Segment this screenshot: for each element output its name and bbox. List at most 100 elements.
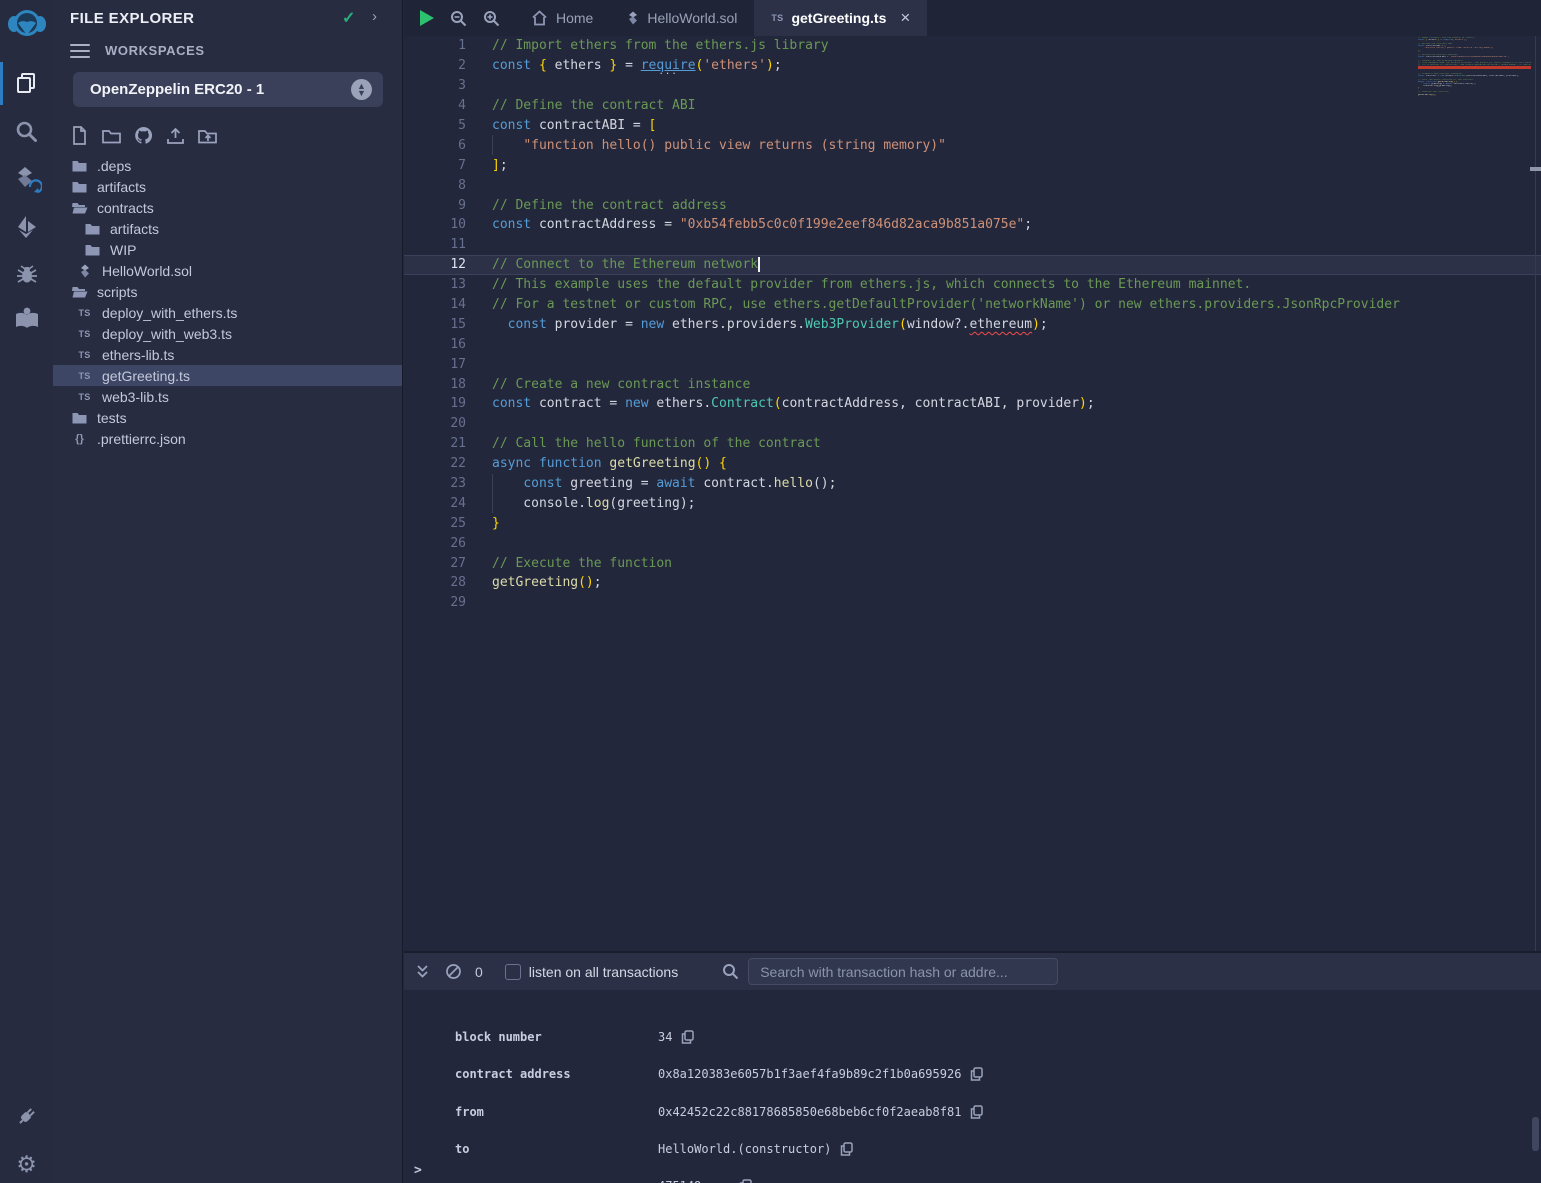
debugger-icon[interactable] [0,257,53,291]
code-line[interactable]: 3 [404,76,1541,96]
chevron-right-icon[interactable]: › [372,8,377,25]
terminal-search-icon [722,963,739,980]
code-line[interactable]: 9// Define the contract address [404,195,1541,215]
line-number: 3 [404,78,466,93]
copy-icon[interactable] [739,1179,752,1183]
close-tab-icon[interactable]: × [900,8,910,28]
line-number: 8 [404,178,466,193]
code-line[interactable]: 11 [404,235,1541,255]
code-line[interactable]: 10const contractAddress = "0xb54febb5c0c… [404,215,1541,235]
code-line[interactable]: 5const contractABI = [ [404,116,1541,136]
run-script-button[interactable] [420,10,434,26]
code-line[interactable]: 20 [404,414,1541,434]
file-tree-item[interactable]: TSweb3-lib.ts [53,386,402,407]
zoom-in-icon[interactable] [483,10,500,27]
code-line[interactable]: 8 [404,175,1541,195]
code-line[interactable]: 17 [404,354,1541,374]
tab-home[interactable]: Home [514,0,610,36]
workspaces-menu-icon[interactable] [70,44,90,58]
upload-file-icon[interactable] [166,125,185,146]
terminal-body: block number34contract address0x8a120383… [404,990,1541,1183]
code-line-text: "function hello() public view returns (s… [492,138,946,153]
plugin-manager-icon[interactable] [0,1099,53,1133]
file-tree-item[interactable]: HelloWorld.sol [53,260,402,281]
copy-icon[interactable] [840,1142,853,1156]
panel-title: FILE EXPLORER [70,10,194,27]
code-line[interactable]: 16 [404,334,1541,354]
search-icon[interactable] [0,114,53,148]
zoom-out-icon[interactable] [450,10,467,27]
terminal-scrollbar[interactable] [1532,1117,1539,1151]
listen-checkbox[interactable] [505,964,521,980]
file-tree: .depsartifactscontractsartifactsWIPHello… [53,155,402,449]
github-icon[interactable] [134,125,153,146]
file-tree-item[interactable]: WIP [53,239,402,260]
tab-getgreeting-ts[interactable]: TSgetGreeting.ts× [754,0,927,36]
folder-icon [71,160,88,172]
code-line[interactable]: 21// Call the hello function of the cont… [404,434,1541,454]
code-line[interactable]: 7]; [404,155,1541,175]
code-line[interactable]: 29 [404,593,1541,613]
file-tree-item[interactable]: TSgetGreeting.ts [53,365,402,386]
code-editor[interactable]: 1// Import ethers from the ethers.js lib… [404,36,1541,951]
code-line-text: const contractAddress = "0xb54febb5c0c0f… [492,217,1032,232]
copy-icon[interactable] [970,1067,983,1081]
code-line[interactable]: 2const { ethers } = require('ethers'); [404,56,1541,76]
collapse-terminal-icon[interactable] [415,964,430,980]
code-line[interactable]: 4// Define the contract ABI [404,96,1541,116]
clear-console-icon[interactable] [445,963,462,980]
file-tree-item[interactable]: .deps [53,155,402,176]
workspace-dropdown[interactable]: OpenZeppelin ERC20 - 1 ▲▼ [73,72,383,107]
copy-icon[interactable] [681,1030,694,1044]
json-icon: {} [71,433,88,445]
line-number: 11 [404,237,466,252]
ts-icon: TS [76,329,93,339]
file-tree-item[interactable]: artifacts [53,218,402,239]
code-line[interactable]: 15 const provider = new ethers.providers… [404,314,1541,334]
code-line[interactable]: 1// Import ethers from the ethers.js lib… [404,36,1541,56]
code-line[interactable]: 22async function getGreeting() { [404,454,1541,474]
copy-icon[interactable] [970,1105,983,1119]
file-tree-item[interactable]: contracts [53,197,402,218]
log-value: 475149 gas [658,1179,752,1183]
explorer-header: FILE EXPLORER ✓ › [53,0,402,36]
tab-helloworld-sol[interactable]: HelloWorld.sol [610,0,754,36]
code-line[interactable]: 14// For a testnet or custom RPC, use et… [404,295,1541,315]
code-line[interactable]: 23 const greeting = await contract.hello… [404,474,1541,494]
file-tree-item[interactable]: {}.prettierrc.json [53,428,402,449]
code-line[interactable]: 28getGreeting(); [404,573,1541,593]
upload-folder-icon[interactable] [198,125,217,146]
ts-icon: TS [76,350,93,360]
code-line[interactable]: 24 console.log(greeting); [404,493,1541,513]
new-file-icon[interactable] [70,125,89,146]
workspace-sort-icon[interactable]: ▲▼ [351,79,372,100]
deploy-run-icon[interactable] [0,210,53,244]
file-tree-item[interactable]: TSdeploy_with_ethers.ts [53,302,402,323]
file-label: HelloWorld.sol [102,263,192,279]
code-line[interactable]: 12// Connect to the Ethereum network [404,255,1541,275]
check-icon[interactable]: ✓ [342,8,355,28]
file-tree-item[interactable]: TSethers-lib.ts [53,344,402,365]
file-tree-item[interactable]: tests [53,407,402,428]
code-line[interactable]: 18// Create a new contract instance [404,374,1541,394]
code-line[interactable]: 25} [404,513,1541,533]
code-line[interactable]: 27// Execute the function [404,553,1541,573]
remix-logo-icon [0,6,53,48]
line-number: 9 [404,198,466,213]
code-line[interactable]: 13// This example uses the default provi… [404,275,1541,295]
editor-tools [404,0,514,36]
file-tree-item[interactable]: TSdeploy_with_web3.ts [53,323,402,344]
terminal-search-input[interactable] [748,958,1058,985]
file-tree-item[interactable]: artifacts [53,176,402,197]
new-folder-icon[interactable] [102,125,121,146]
code-line[interactable]: 19const contract = new ethers.Contract(c… [404,394,1541,414]
code-line[interactable]: 26 [404,533,1541,553]
settings-icon[interactable]: ⚙ [0,1147,53,1181]
file-explorer-icon[interactable] [0,66,53,100]
solidity-compiler-icon[interactable] [0,162,53,200]
file-tree-item[interactable]: scripts [53,281,402,302]
line-number: 18 [404,377,466,392]
learneth-icon[interactable] [0,301,53,335]
code-line[interactable]: 6 "function hello() public view returns … [404,135,1541,155]
solidity-icon [627,11,639,25]
